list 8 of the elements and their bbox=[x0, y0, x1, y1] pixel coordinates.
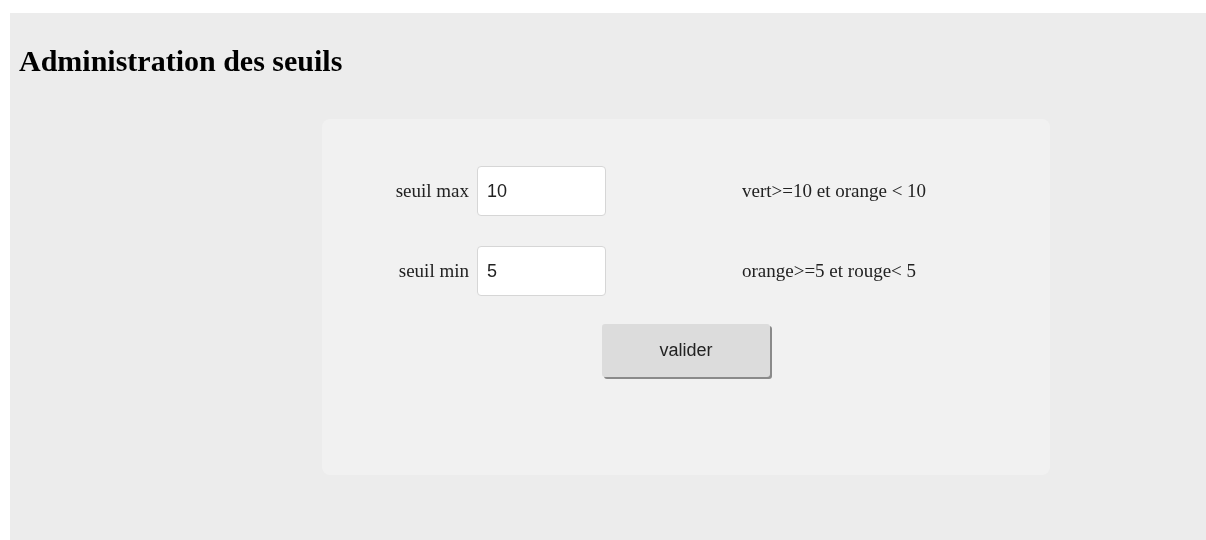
field-label: seuil min bbox=[397, 258, 470, 283]
threshold-hint: orange>=5 et rouge< 5 bbox=[742, 258, 917, 283]
submit-button[interactable]: valider bbox=[602, 324, 770, 377]
field-label: seuil max bbox=[394, 178, 470, 203]
threshold-hint: vert>=10 et orange < 10 bbox=[742, 178, 927, 203]
page-title: Administration des seuils bbox=[19, 43, 343, 79]
input-field[interactable]: 10 bbox=[477, 166, 606, 216]
input-field[interactable]: 5 bbox=[477, 246, 606, 296]
